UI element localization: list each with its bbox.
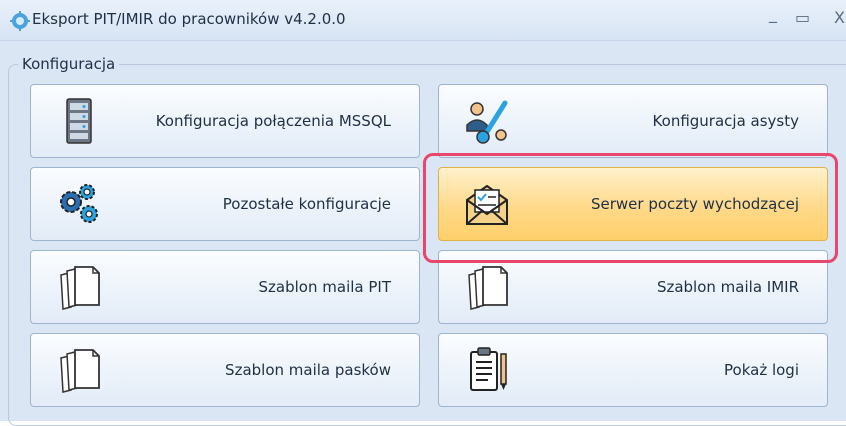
- gears-icon: [60, 184, 98, 223]
- button-label: Szablon maila pasków: [225, 361, 391, 379]
- button-label: Pokaż logi: [724, 361, 799, 379]
- app-gear-icon: [10, 11, 30, 31]
- app-window: Eksport PIT/IMIR do pracowników v4.2.0.0…: [0, 0, 846, 426]
- button-label: Konfiguracja połączenia MSSQL: [155, 112, 391, 130]
- documents-icon: [60, 349, 100, 393]
- mssql-config-button[interactable]: Konfiguracja połączenia MSSQL: [30, 84, 420, 158]
- group-legend: Konfiguracja: [18, 55, 120, 73]
- assistant-config-button[interactable]: Konfiguracja asysty: [438, 84, 828, 158]
- maximize-button[interactable]: ▭: [795, 8, 810, 27]
- documents-icon: [60, 266, 100, 310]
- other-config-button[interactable]: Pozostałe konfiguracje: [30, 167, 420, 241]
- pit-mail-template-button[interactable]: Szablon maila PIT: [30, 250, 420, 324]
- close-button[interactable]: X: [834, 8, 845, 27]
- documents-icon: [468, 266, 508, 310]
- clipboard-icon: [470, 347, 507, 391]
- button-label: Konfiguracja asysty: [652, 112, 799, 130]
- button-label: Pozostałe konfiguracje: [222, 195, 391, 213]
- show-logs-button[interactable]: Pokaż logi: [438, 333, 828, 407]
- payslip-mail-template-button[interactable]: Szablon maila pasków: [30, 333, 420, 407]
- server-icon: [66, 98, 92, 144]
- assistant-key-icon: [466, 100, 508, 144]
- window-title: Eksport PIT/IMIR do pracowników v4.2.0.0: [32, 10, 346, 28]
- minimize-button[interactable]: _: [769, 4, 777, 23]
- button-label: Szablon maila PIT: [258, 278, 391, 296]
- annotation-highlight-box: [423, 153, 838, 263]
- title-bar: Eksport PIT/IMIR do pracowników v4.2.0.0…: [0, 0, 846, 41]
